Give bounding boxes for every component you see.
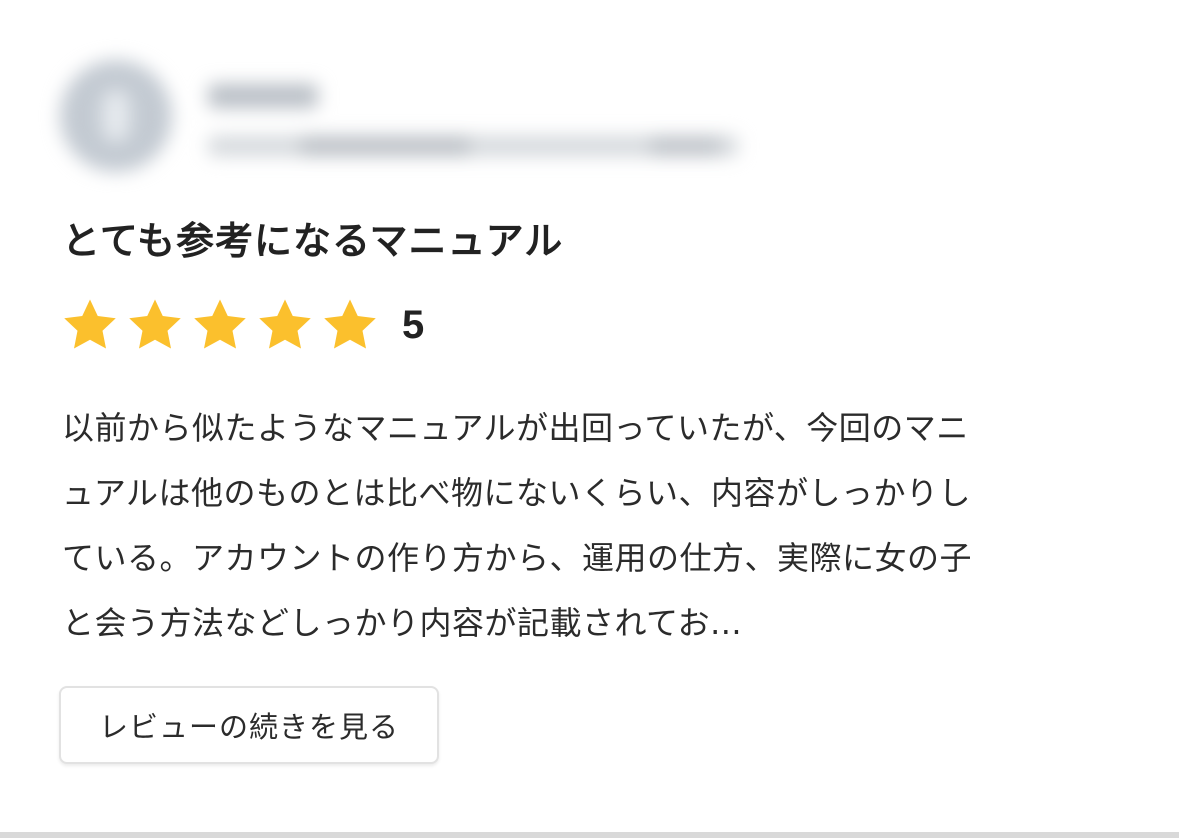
reviewer-header-blurred <box>50 40 770 200</box>
review-body-line: ュアルは他のものとは比べ物にないくらい、内容がしっかりし <box>62 474 972 512</box>
reviewer-meta-end-redacted <box>650 136 720 156</box>
card-bottom-edge <box>0 832 1179 838</box>
review-card: とても参考になるマニュアル 5 以前から似たようなマニュアルが出回っていたが、今… <box>0 0 1179 832</box>
star-icon <box>125 295 185 355</box>
reviewer-name-redacted <box>208 84 318 108</box>
star-icon <box>190 295 250 355</box>
review-title: とても参考になるマニュアル <box>62 219 564 263</box>
reviewer-meta-emphasis-redacted <box>300 136 470 156</box>
review-body: 以前から似たようなマニュアルが出回っていたが、今回のマニ ュアルは他のものとは比… <box>62 396 1122 656</box>
star-icon <box>60 295 120 355</box>
review-body-line: 以前から似たようなマニュアルが出回っていたが、今回のマニ <box>62 409 969 447</box>
review-body-line: ている。アカウントの作り方から、運用の仕方、実際に女の子 <box>62 539 973 577</box>
star-icon <box>255 295 315 355</box>
star-rating: 5 <box>60 294 424 356</box>
rating-value: 5 <box>402 302 425 347</box>
read-more-button[interactable]: レビューの続きを見る <box>59 686 439 764</box>
star-icon <box>320 295 380 355</box>
review-body-line: と会う方法などしっかり内容が記載されてお... <box>62 604 743 642</box>
avatar <box>60 60 172 172</box>
